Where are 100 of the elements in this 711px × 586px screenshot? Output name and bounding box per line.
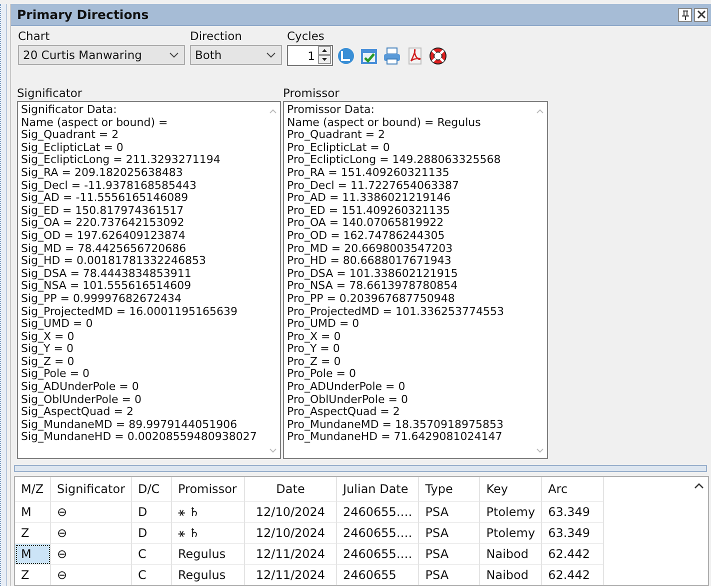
table-cell[interactable]: PSA (418, 522, 480, 544)
data-line: Sig_EclipticLong = 211.3293271194 (21, 154, 222, 167)
significator-textarea[interactable] (17, 101, 281, 459)
data-line: Sig_AD = -11.5556165146089 (21, 192, 190, 205)
data-line: Sig_X = 0 (21, 330, 76, 343)
table-cell[interactable]: ⊖ (50, 502, 132, 523)
table-cell[interactable]: ⊖ (50, 564, 132, 585)
close-icon (696, 10, 706, 19)
column-header[interactable]: D/C (132, 477, 172, 502)
spin-arrows-icon (318, 46, 331, 65)
column-header[interactable]: Significator (50, 477, 132, 502)
data-line: Sig_Pole = 0 (21, 368, 91, 382)
column-header[interactable]: M/Z (15, 477, 50, 502)
table-cell[interactable]: ⚹ ♄ (172, 522, 244, 544)
data-line: Name (aspect or bound) = (21, 116, 169, 130)
data-line: Sig_DSA = 78.4443834853911 (21, 268, 192, 280)
table-cell[interactable]: 12/11/2024 (244, 544, 336, 565)
data-line: Pro_MD = 20.6698003547203 (287, 242, 454, 256)
table-cell[interactable]: ⊖ (50, 522, 132, 544)
data-line: Sig_ED = 150.817974361517 (21, 204, 185, 217)
data-line: Pro_ED = 151.409260321135 (287, 204, 452, 218)
scroll-up-icon[interactable] (694, 483, 704, 489)
data-line: Sig_MundaneMD = 89.9979144051906 (21, 418, 238, 432)
data-line: Pro_UMD = 0 (287, 318, 360, 331)
close-button[interactable] (694, 8, 708, 22)
table-cell[interactable]: 62.442 (542, 564, 604, 585)
data-line: Sig_MD = 78.4425656720686 (21, 242, 188, 255)
data-line: Sig_Decl = -11.9378168585443 (21, 180, 198, 192)
data-line: Sig_Quadrant = 2 (21, 129, 120, 142)
table-cell[interactable]: Z (15, 564, 50, 585)
table-cell[interactable]: ⚹ ♄ (172, 502, 244, 523)
data-line: Pro_EclipticLat = 0 (287, 142, 391, 154)
table-cell[interactable]: PSA (418, 564, 480, 585)
table-cell[interactable]: D (132, 522, 172, 544)
table-cell[interactable]: PSA (418, 544, 480, 565)
table-cell[interactable]: M (15, 502, 50, 523)
table-cell[interactable]: M (15, 544, 50, 565)
caret-icon (266, 52, 276, 58)
table-cell[interactable]: 2460655.… (336, 522, 419, 544)
data-line: Pro_OblUnderPole = 0 (287, 394, 409, 406)
splitter-bar[interactable] (14, 465, 707, 472)
table-cell[interactable]: C (132, 564, 172, 585)
data-line: Pro_Decl = 11.7227654063387 (287, 180, 460, 192)
data-line: Sig_OA = 220.737642153092 (21, 217, 186, 230)
data-line: Sig_ProjectedMD = 16.0001195165639 (21, 306, 239, 318)
table-cell[interactable]: ⊖ (50, 544, 132, 565)
data-line: Sig_RA = 209.182025638483 (21, 166, 184, 180)
table-cell[interactable]: Naibod (480, 544, 542, 565)
table-cell[interactable]: 2460655 (336, 564, 419, 585)
column-header[interactable]: Type (418, 477, 480, 502)
table-cell[interactable]: C (132, 544, 172, 565)
data-line: Pro_OA = 140.07065819922 (287, 217, 445, 230)
data-line: Pro_Z = 0 (287, 356, 342, 368)
table-cell[interactable]: 12/11/2024 (244, 564, 336, 585)
scroll-down-icon[interactable] (269, 448, 277, 453)
data-line: Sig_EclipticLat = 0 (21, 142, 124, 154)
promissor-textarea[interactable] (283, 101, 548, 459)
data-line: Pro_MundaneHD = 71.6429081024147 (287, 431, 504, 444)
table-cell[interactable]: Regulus (172, 564, 244, 585)
cycles-spinner[interactable]: 1 (287, 45, 333, 66)
data-line: Sig_NSA = 101.555616514609 (21, 280, 192, 293)
direction-dropdown[interactable]: Both (190, 45, 282, 65)
column-header[interactable]: Key (480, 477, 542, 502)
column-header[interactable]: Promissor (172, 477, 244, 502)
column-header[interactable]: Date (244, 477, 336, 502)
column-header[interactable]: Julian Date (336, 477, 419, 502)
data-line: Sig_ADUnderPole = 0 (21, 381, 140, 394)
table-cell[interactable]: 63.349 (542, 522, 604, 544)
data-line: Pro_ADUnderPole = 0 (287, 381, 406, 394)
table-cell[interactable]: 12/10/2024 (244, 522, 336, 544)
pin-icon (680, 10, 690, 20)
scroll-down-icon[interactable] (536, 448, 544, 453)
table-cell[interactable]: 2460655.… (336, 502, 419, 523)
data-line: Name (aspect or bound) = Regulus (287, 116, 482, 130)
data-line: Sig_PP = 0.99997682672434 (21, 292, 182, 306)
data-line: Pro_NSA = 78.6613978780854 (287, 280, 459, 293)
data-line: Promissor Data: (287, 104, 376, 117)
data-line: Pro_Quadrant = 2 (287, 129, 386, 142)
table-cell[interactable]: Regulus (172, 544, 244, 565)
pin-button[interactable] (678, 8, 692, 22)
data-line: Sig_OD = 197.626409123874 (21, 230, 186, 243)
data-line: Pro_DSA = 101.338602121915 (287, 268, 459, 280)
significator-label: Significator (17, 86, 84, 100)
table-cell[interactable]: Ptolemy (480, 502, 542, 523)
table-cell[interactable]: 12/10/2024 (244, 502, 336, 523)
table-cell[interactable]: 2460655.… (336, 544, 419, 565)
data-line: Sig_MundaneHD = 0.00208559480938027 (21, 431, 258, 444)
table-cell[interactable]: PSA (418, 502, 480, 523)
lifebuoy-icon[interactable] (428, 46, 448, 66)
column-header[interactable]: Arc (542, 477, 604, 502)
data-line: Pro_RA = 151.409260321135 (287, 166, 450, 180)
data-line: Pro_AD = 11.3386021219146 (287, 192, 452, 205)
table-cell[interactable]: 62.442 (542, 544, 604, 565)
table-cell[interactable]: Ptolemy (480, 522, 542, 544)
chart-dropdown[interactable]: 20 Curtis Manwaring (18, 45, 185, 65)
table-cell[interactable]: D (132, 502, 172, 523)
window-title: Primary Directions (17, 7, 149, 22)
table-cell[interactable]: Naibod (480, 564, 542, 585)
print-icon[interactable] (382, 46, 402, 66)
table-cell[interactable]: 63.349 (542, 502, 604, 523)
